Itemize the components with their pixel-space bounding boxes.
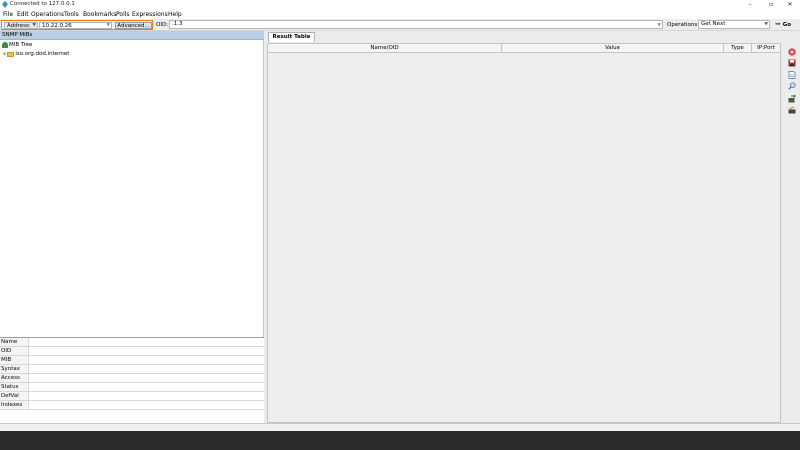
- go-label: Go: [782, 22, 792, 28]
- property-value: [29, 374, 264, 382]
- tree-node-internet[interactable]: ⊞ iso.org.dod.internet: [3, 50, 69, 58]
- status-bar: [0, 423, 800, 431]
- property-name: OID: [0, 347, 29, 355]
- property-row: Access: [0, 374, 264, 383]
- property-value: [29, 356, 264, 364]
- menu-bar: File Edit Operations Tools Bookmarks Pol…: [0, 10, 800, 19]
- property-value: [29, 338, 264, 346]
- result-table-header: Name/OID Value Type IP:Port: [268, 44, 780, 53]
- go-arrow-icon: ➥: [775, 20, 781, 28]
- property-name: DefVal: [0, 392, 29, 400]
- chevron-down-icon: ▼: [32, 23, 36, 28]
- address-input[interactable]: 10.22.0.26 ▼: [39, 22, 112, 29]
- oid-input[interactable]: .1.3 ▼: [169, 20, 663, 29]
- property-row: OID: [0, 347, 264, 356]
- property-name: Status: [0, 383, 29, 391]
- menu-operations[interactable]: Operations: [31, 11, 64, 18]
- address-dropdown[interactable]: Address: ▼: [4, 22, 38, 29]
- column-header-name-oid[interactable]: Name/OID: [268, 44, 502, 53]
- property-name: Indexes: [0, 401, 29, 409]
- address-value: 10.22.0.26: [42, 23, 72, 29]
- property-row: DefVal: [0, 392, 264, 401]
- window-titlebar: Connected to 127.0.0.1 – ▫ ✕: [0, 0, 800, 10]
- result-panel: Result Table Name/OID Value Type IP:Port: [266, 31, 783, 423]
- edit-icon[interactable]: [788, 106, 796, 114]
- chevron-down-icon: ▼: [106, 23, 110, 28]
- property-row: MIB: [0, 356, 264, 365]
- operations-label: Operations:: [667, 22, 700, 28]
- menu-bookmarks[interactable]: Bookmarks: [83, 11, 117, 18]
- tab-result-table[interactable]: Result Table: [268, 32, 315, 42]
- chevron-down-icon: ▼: [764, 22, 768, 27]
- window-title: Connected to 127.0.0.1: [10, 1, 75, 7]
- property-name: Access: [0, 374, 29, 382]
- minimize-button[interactable]: –: [740, 0, 760, 10]
- result-table: Name/OID Value Type IP:Port: [267, 43, 781, 423]
- close-button[interactable]: ✕: [780, 0, 800, 10]
- toolbar: Address: ▼ 10.22.0.26 ▼ Advanced... OID:…: [0, 19, 800, 31]
- property-value: [29, 383, 264, 391]
- property-name: Name: [0, 338, 29, 346]
- property-name: MIB: [0, 356, 29, 364]
- address-group: Address: ▼ 10.22.0.26 ▼ Advanced...: [1, 20, 153, 30]
- menu-file[interactable]: File: [3, 11, 13, 18]
- export-icon[interactable]: [788, 95, 796, 103]
- document-icon[interactable]: [788, 71, 796, 79]
- mib-properties-table: Name OID MIB Syntax Access Status DefVal…: [0, 337, 264, 423]
- menu-edit[interactable]: Edit: [17, 11, 29, 18]
- oid-label: OID:: [156, 22, 169, 28]
- search-icon[interactable]: [788, 82, 796, 90]
- menu-expressions[interactable]: Expressions: [132, 11, 168, 18]
- operations-select[interactable]: Get Next ▼: [698, 20, 770, 29]
- property-value: [29, 347, 264, 355]
- tree-node-label: iso.org.dod.internet: [15, 51, 70, 57]
- tree-node-label: MIB Tree: [9, 42, 33, 48]
- expand-icon[interactable]: ⊞: [3, 50, 6, 58]
- taskbar: [0, 431, 800, 450]
- property-row: Indexes: [0, 401, 264, 410]
- menu-help[interactable]: Help: [168, 11, 182, 18]
- property-value: [29, 365, 264, 373]
- save-icon[interactable]: [788, 59, 796, 67]
- mib-panel-header: SNMP MIBs: [0, 31, 264, 40]
- side-toolbar: [784, 44, 800, 124]
- go-button[interactable]: ➥ Go: [775, 20, 795, 29]
- address-label: Address:: [7, 23, 31, 29]
- property-value: [29, 401, 264, 409]
- folder-icon: [7, 51, 15, 57]
- column-header-type[interactable]: Type: [724, 44, 752, 53]
- maximize-button[interactable]: ▫: [761, 0, 781, 10]
- advanced-button[interactable]: Advanced...: [115, 22, 152, 29]
- property-value: [29, 392, 264, 400]
- property-row: Status: [0, 383, 264, 392]
- app-icon: [2, 1, 8, 8]
- oid-value: .1.3: [172, 21, 183, 27]
- mib-panel: SNMP MIBs MIB Tree ⊞ iso.org.dod.interne…: [0, 31, 264, 423]
- column-header-value[interactable]: Value: [502, 44, 724, 53]
- stop-icon[interactable]: [788, 48, 796, 56]
- property-name: Syntax: [0, 365, 29, 373]
- tree-node-mib-tree[interactable]: MIB Tree: [2, 41, 32, 49]
- menu-polls[interactable]: Polls: [116, 11, 130, 18]
- operations-value: Get Next: [701, 21, 726, 27]
- column-header-ip-port[interactable]: IP:Port: [752, 44, 780, 53]
- chevron-down-icon: ▼: [657, 23, 661, 28]
- menu-tools[interactable]: Tools: [64, 11, 79, 18]
- property-row: Name: [0, 338, 264, 347]
- property-row: Syntax: [0, 365, 264, 374]
- tree-icon: [2, 42, 8, 48]
